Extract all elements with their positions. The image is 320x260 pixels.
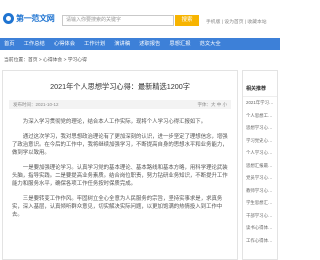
sidebar-link[interactable]: 读书心得体会范文 [243,222,277,235]
article-meta: 发布时间：2021-10-12 字体：大 中 小 [9,100,231,109]
article-title: 2021年个人思想学习心得：最新精选1200字 [50,82,190,91]
nav-item-experience[interactable]: 心得体会 [54,38,75,50]
article-paragraph: 通过这次学习，我对思想政治理论有了更加深刻的认识，进一步坚定了理想信念，增强了政… [12,134,228,156]
nav-item-report[interactable]: 述职报告 [139,38,160,50]
sidebar-link[interactable]: 思想汇报最新精选 [243,160,277,173]
nav-item-all[interactable]: 范文大全 [200,38,221,50]
main-nav: 首页 工作总结 心得体会 工作计划 演讲稿 述职报告 思想汇报 范文大全 [0,38,280,50]
search-button[interactable]: 搜索 [175,15,199,26]
logo-text: 第一范文网 [16,14,55,23]
sidebar-link[interactable]: 学生思想汇报范文 [243,197,277,210]
article-paragraph: 三是要转变工作作风。牢固树立全心全意为人民服务的宗旨，坚持实事求是，求真务实，深… [12,196,223,218]
site-logo[interactable]: 第一范文网 [3,12,55,25]
nav-item-speech[interactable]: 演讲稿 [114,38,130,50]
top-links[interactable]: 手机版 | 设为首页 | 收藏本站 [206,18,278,25]
article-paragraph: 为深入学习贯彻党的理论，结合本人工作实际，现将个人学习心得汇报如下。 [22,119,207,125]
publish-time: 发布时间：2021-10-12 [13,101,59,107]
sidebar-link[interactable]: 工作心得体会精选 [243,235,277,248]
article-paragraph: 一是要加强理论学习。认真学习党的基本理论、基本路线和基本方略，用科学理论武装头脑… [12,165,228,187]
sidebar-link[interactable]: 党员学习心得体会 [243,172,277,185]
nav-item-thought[interactable]: 思想汇报 [169,38,190,50]
sidebar-link[interactable]: 教师学习心得体会 [243,185,277,198]
nav-item-plan[interactable]: 工作计划 [84,38,105,50]
logo-icon [3,13,14,24]
sidebar-link[interactable]: 学习党史心得体会 [243,135,277,148]
sidebar-link[interactable]: 2021年学习心得体会 [243,97,277,110]
nav-item-home[interactable]: 首页 [4,38,15,50]
article-panel: 2021年个人思想学习心得：最新精选1200字 发布时间：2021-10-12 … [2,70,238,260]
article-body: 为深入学习贯彻党的理论，结合本人工作实际，现将个人学习心得汇报如下。 通过这次学… [3,109,237,219]
search-input[interactable]: 请输入你要搜索的关键字 [62,15,174,26]
sidebar-title: 相关推荐 [243,71,277,97]
sidebar-link[interactable]: 干部学习心得体会 [243,210,277,223]
breadcrumb[interactable]: 当前位置：首页 > 心得体会 > 学习心得 [4,56,240,63]
sidebar: 相关推荐 2021年学习心得体会 个人思想工作总结 思想学习心得体会 学习党史心… [242,70,278,260]
sidebar-link[interactable]: 个人思想工作总结 [243,110,277,123]
nav-item-summary[interactable]: 工作总结 [24,38,45,50]
site-header: 第一范文网 请输入你要搜索的关键字 搜索 手机版 | 设为首页 | 收藏本站 [0,0,280,36]
sidebar-link[interactable]: 思想学习心得体会 [243,122,277,135]
sidebar-link[interactable]: 个人学习心得范文 [243,147,277,160]
font-size-controls[interactable]: 字体：大 中 小 [198,102,228,108]
